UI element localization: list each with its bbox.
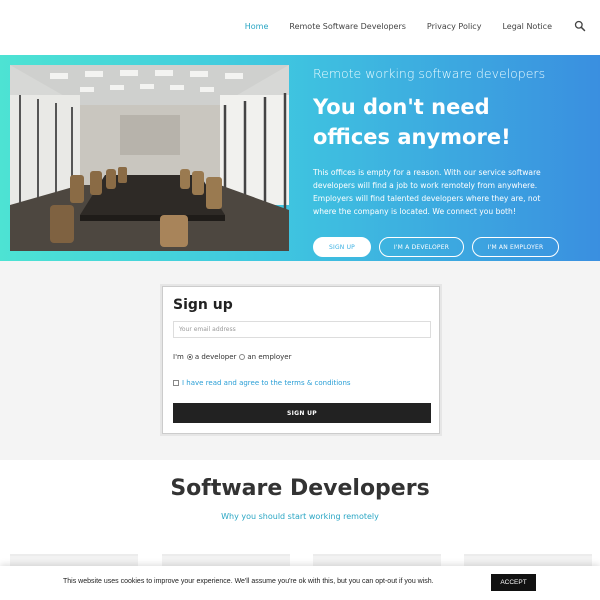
cookie-accept-button[interactable]: ACCEPT: [491, 574, 536, 591]
nav-remote-developers[interactable]: Remote Software Developers: [289, 22, 406, 31]
main-nav: Home Remote Software Developers Privacy …: [224, 22, 552, 31]
employer-radio[interactable]: [239, 354, 246, 360]
terms-link[interactable]: I have read and agree to the terms & con…: [182, 379, 351, 387]
signup-title: Sign up: [173, 297, 233, 313]
im-label: I'm: [173, 353, 184, 361]
hero-subtitle: Remote working software developers: [313, 66, 546, 81]
developer-radio-label: a developer: [194, 353, 237, 361]
cookie-banner: This website uses cookies to improve you…: [0, 566, 600, 600]
developer-button[interactable]: I'M A DEVELOPER: [379, 237, 464, 257]
signup-section: Sign up Your email address I'm a develop…: [0, 261, 600, 460]
developer-radio[interactable]: [186, 354, 193, 360]
cookie-text: This website uses cookies to improve you…: [63, 578, 434, 585]
site-header: Home Remote Software Developers Privacy …: [0, 0, 600, 55]
employer-button[interactable]: I'M AN EMPLOYER: [472, 237, 559, 257]
nav-home[interactable]: Home: [245, 22, 269, 31]
hero-title: You don't need offices anymore!: [313, 95, 511, 149]
office-image: [10, 65, 289, 251]
hero-section: Remote working software developers You d…: [0, 55, 600, 261]
terms-checkbox[interactable]: [173, 380, 179, 386]
terms-row: I have read and agree to the terms & con…: [173, 379, 351, 387]
signup-form: Sign up Your email address I'm a develop…: [162, 286, 440, 434]
signup-submit-button[interactable]: SIGN UP: [173, 403, 431, 423]
section-title: Software Developers: [170, 476, 430, 501]
section-subtitle: Why you should start working remotely: [221, 512, 379, 521]
search-icon[interactable]: [574, 20, 586, 32]
email-field[interactable]: Your email address: [173, 321, 431, 338]
nav-privacy-policy[interactable]: Privacy Policy: [427, 22, 482, 31]
email-placeholder: Your email address: [179, 326, 236, 333]
role-selector: I'm a developer an employer: [173, 353, 291, 361]
hero-signup-button[interactable]: SIGN UP: [313, 237, 371, 257]
nav-legal-notice[interactable]: Legal Notice: [502, 22, 552, 31]
employer-radio-label: an employer: [247, 353, 292, 361]
hero-description: This offices is empty for a reason. With…: [313, 168, 541, 216]
